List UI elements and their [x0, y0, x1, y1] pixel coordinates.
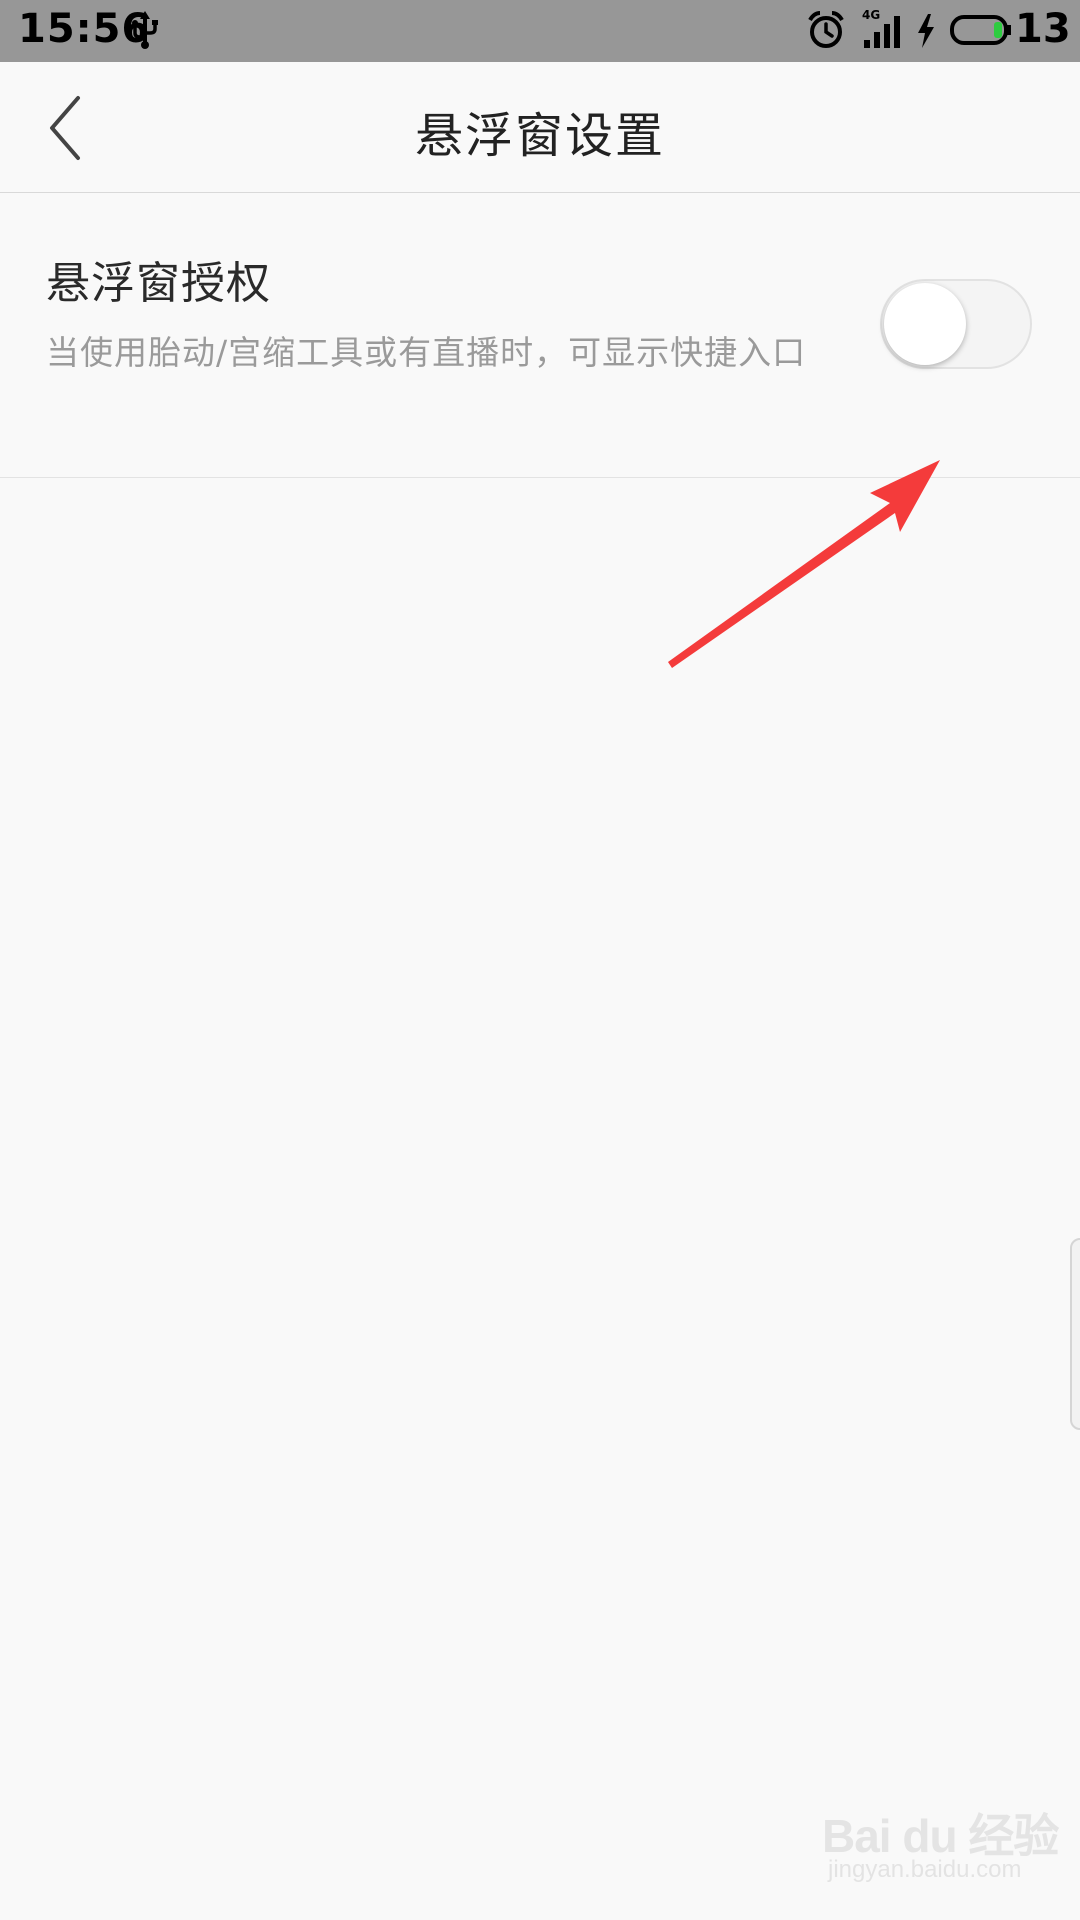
signal-icon	[864, 16, 900, 48]
floating-window-permission-row: 悬浮窗授权 当使用胎动/宫缩工具或有直播时，可显示快捷入口	[0, 193, 1080, 478]
battery-icon	[950, 15, 1011, 45]
edge-scroll-handle[interactable]	[1070, 1238, 1080, 1430]
toggle-knob	[884, 283, 966, 365]
status-bar: 15:56 4G 13	[0, 0, 1080, 62]
alarm-icon	[808, 11, 844, 48]
watermark-url: jingyan.baidu.com	[828, 1856, 1022, 1883]
floating-window-toggle[interactable]	[880, 279, 1032, 369]
setting-title: 悬浮窗授权	[46, 258, 271, 309]
page-title: 悬浮窗设置	[414, 108, 665, 164]
baidu-watermark: Bai du 经验 jingyan.baidu.com	[822, 1800, 1062, 1900]
charging-icon	[918, 14, 934, 48]
setting-description: 当使用胎动/宫缩工具或有直播时，可显示快捷入口	[46, 333, 807, 372]
usb-icon	[132, 11, 158, 49]
battery-level: 13	[1015, 6, 1071, 52]
header: 悬浮窗设置	[0, 62, 1080, 193]
red-arrow-annotation	[668, 460, 940, 668]
